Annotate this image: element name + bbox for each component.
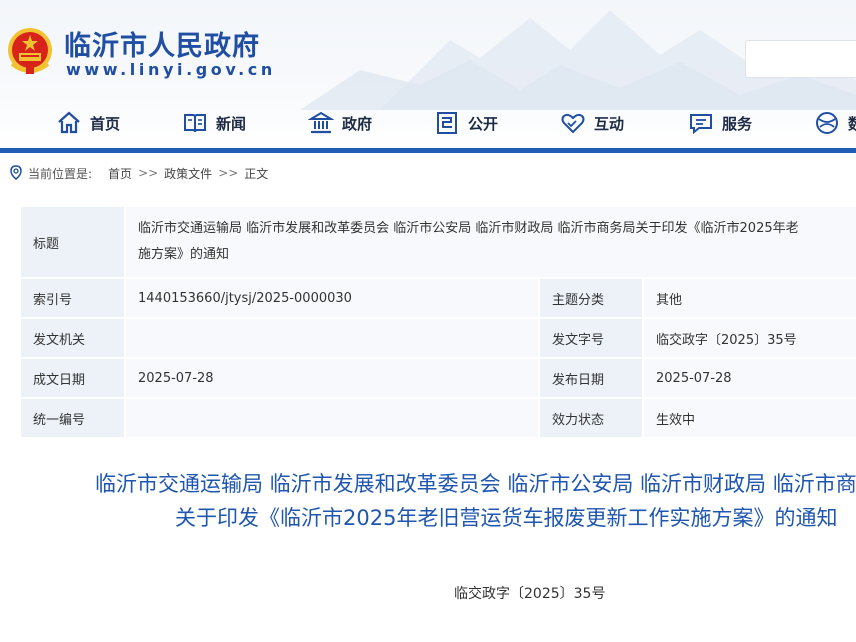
breadcrumb-separator: >> <box>218 166 239 180</box>
breadcrumb-prefix: 当前位置是: <box>28 166 93 181</box>
meta-row-title: 标题 临沂市交通运输局 临沂市发展和改革委员会 临沂市公安局 临沂市财政局 临沂… <box>21 207 856 279</box>
meta-label-title: 标题 <box>21 207 126 279</box>
meta-label: 成文日期 <box>21 358 126 399</box>
meta-label: 索引号 <box>21 278 126 319</box>
article-title-line2: 关于印发《临沂市2025年老旧营运货车报废更新工作实施方案》的通知 <box>175 506 838 530</box>
nav-item-interaction[interactable]: 互动 <box>560 108 624 138</box>
site-url[interactable]: www.linyi.gov.cn <box>66 60 276 79</box>
home-icon <box>58 111 80 134</box>
meta-label: 效力状态 <box>539 398 644 439</box>
meta-label: 发布日期 <box>539 358 644 399</box>
article-title: 临沂市交通运输局 临沂市发展和改革委员会 临沂市公安局 临沂市财政局 临沂市商务… <box>0 468 856 548</box>
main-nav: 首页 新闻 政府 公开 互动 服务 数 <box>0 100 856 146</box>
nav-item-disclosure[interactable]: 公开 <box>434 108 498 138</box>
breadcrumb-home[interactable]: 首页 <box>108 165 132 182</box>
location-pin-icon <box>10 165 22 180</box>
meta-title-line1: 临沂市交通运输局 临沂市发展和改革委员会 临沂市公安局 临沂市财政局 临沂市商务… <box>138 221 799 236</box>
table-row: 统一编号 效力状态 生效中 <box>21 398 856 439</box>
national-emblem-icon <box>8 28 52 74</box>
meta-label: 发文机关 <box>21 318 126 359</box>
news-book-icon <box>184 114 206 133</box>
nav-item-home[interactable]: 首页 <box>56 108 120 138</box>
breadcrumb-current: 正文 <box>244 166 269 181</box>
breadcrumb: 当前位置是: 首页 >> 政策文件 >> 正文 <box>0 153 856 193</box>
article-title-line1: 临沂市交通运输局 临沂市发展和改革委员会 临沂市公安局 临沂市财政局 临沂市商务… <box>95 472 856 496</box>
meta-value: 临交政字〔2025〕35号 <box>643 318 856 359</box>
nav-label: 首页 <box>90 114 121 133</box>
breadcrumb-policy[interactable]: 政策文件 <box>164 165 212 182</box>
government-building-icon <box>308 111 334 134</box>
document-number: 临交政字〔2025〕35号 <box>454 586 606 602</box>
search-input[interactable] <box>745 40 856 78</box>
disclosure-doc-icon <box>437 112 457 134</box>
meta-value: 其他 <box>643 278 856 319</box>
nav-label: 数 <box>848 114 856 133</box>
meta-title-line2: 施方案》的通知 <box>138 247 230 262</box>
nav-label: 新闻 <box>216 114 247 133</box>
table-row: 索引号 1440153660/jtysj/2025-0000030 主题分类 其… <box>21 278 856 319</box>
meta-value: 1440153660/jtysj/2025-0000030 <box>125 278 540 319</box>
site-header: 临沂市人民政府 www.linyi.gov.cn 首页 新闻 政府 公开 互动 … <box>0 0 856 150</box>
handshake-heart-icon <box>561 113 585 134</box>
table-row: 发文机关 发文字号 临交政字〔2025〕35号 <box>21 318 856 359</box>
document-meta-table: 标题 临沂市交通运输局 临沂市发展和改革委员会 临沂市公安局 临沂市财政局 临沂… <box>21 207 856 439</box>
nav-label: 服务 <box>722 114 753 133</box>
table-row: 成文日期 2025-07-28 发布日期 2025-07-28 <box>21 358 856 399</box>
nav-item-government[interactable]: 政府 <box>308 108 372 138</box>
nav-label: 互动 <box>594 114 625 133</box>
nav-item-data[interactable]: 数 <box>814 108 856 138</box>
meta-value-title: 临沂市交通运输局 临沂市发展和改革委员会 临沂市公安局 临沂市财政局 临沂市商务… <box>125 207 856 279</box>
nav-label: 公开 <box>468 114 499 133</box>
meta-label: 发文字号 <box>539 318 644 359</box>
meta-value: 2025-07-28 <box>643 358 856 399</box>
service-chat-icon <box>690 114 712 135</box>
nav-label: 政府 <box>342 114 373 133</box>
meta-value <box>125 318 540 359</box>
meta-label: 统一编号 <box>21 398 126 439</box>
breadcrumb-separator: >> <box>138 166 159 180</box>
data-globe-icon <box>816 112 838 134</box>
meta-label: 主题分类 <box>539 278 644 319</box>
meta-value <box>125 398 540 439</box>
meta-value: 生效中 <box>643 398 856 439</box>
nav-item-service[interactable]: 服务 <box>688 108 752 138</box>
meta-value: 2025-07-28 <box>125 358 540 399</box>
nav-item-news[interactable]: 新闻 <box>182 108 246 138</box>
site-title[interactable]: 临沂市人民政府 <box>64 24 260 63</box>
